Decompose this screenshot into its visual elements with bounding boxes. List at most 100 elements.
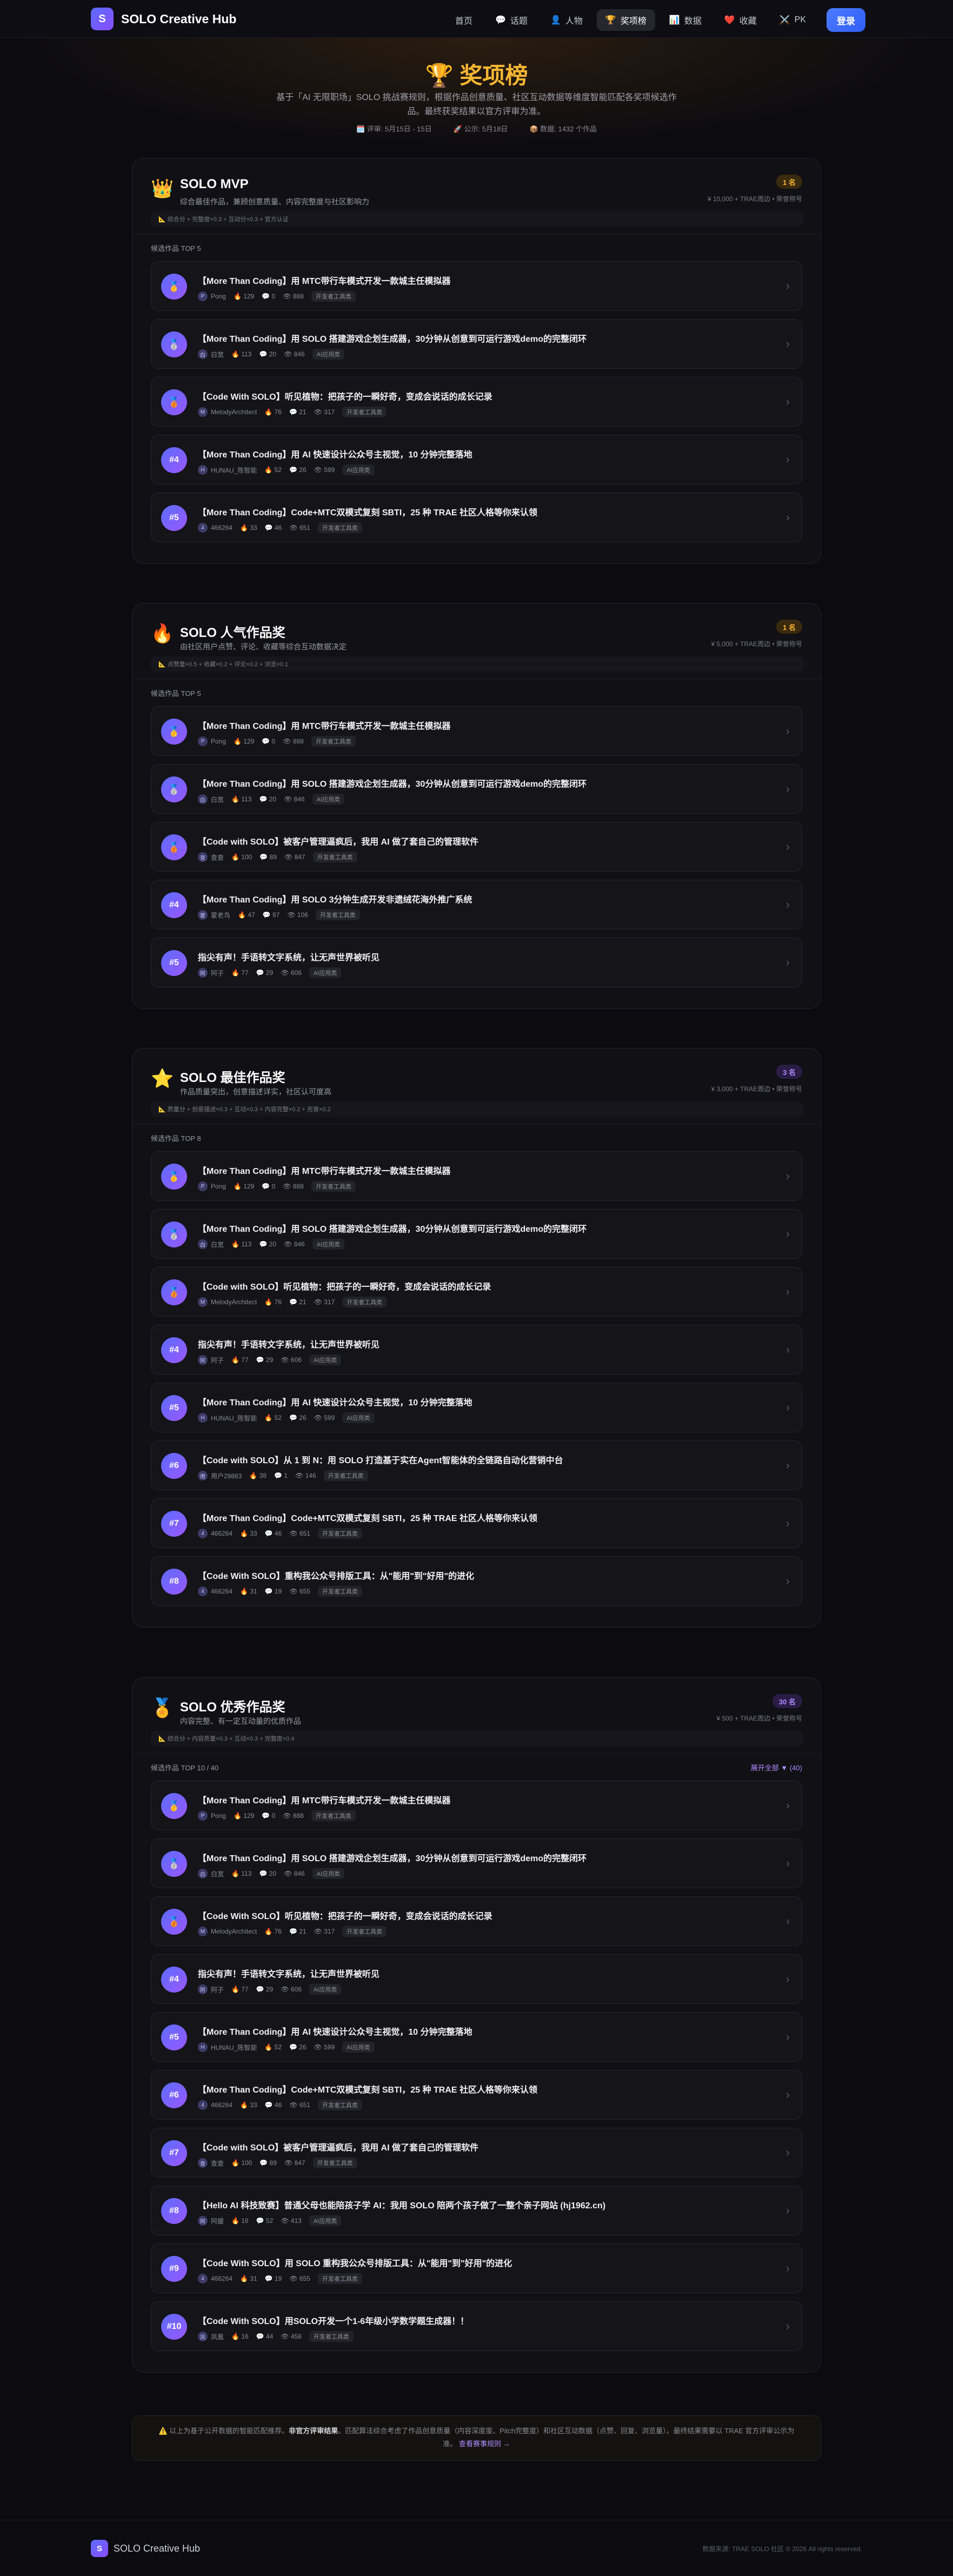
- fire-icon: 🔥: [240, 524, 248, 532]
- candidate-entry[interactable]: #5 【More Than Coding】Code+MTC双模式复刻 SBTI，2…: [151, 493, 802, 542]
- entry-author[interactable]: H HUNAU_陈智能: [198, 2042, 257, 2052]
- candidate-entry[interactable]: #5 【More Than Coding】用 AI 快速设计公众号主视觉，10 分…: [151, 2012, 802, 2062]
- note-bold: 非官方评审结果: [289, 2427, 338, 2435]
- rank-badge: 🥈: [161, 1221, 187, 1247]
- candidate-entry[interactable]: 🥈 【More Than Coding】用 SOLO 搭建游戏企划生成器，30分钟…: [151, 319, 802, 369]
- entry-author[interactable]: H HUNAU_陈智能: [198, 465, 257, 475]
- comments-stat: 💬 21: [289, 1298, 306, 1306]
- likes-stat: 🔥 38: [249, 1472, 266, 1479]
- candidate-entry[interactable]: #4 指尖有声！手语转文字系统，让无声世界被听见阿阿子 🔥 77 💬 29 👁 606 A…: [151, 1954, 802, 2004]
- entry-author[interactable]: P Pong: [198, 291, 226, 301]
- candidate-entry[interactable]: 🥉 【Code With SOLO】听见植物：把孩子的一瞬好奇，变成会说话的成长记…: [151, 1896, 802, 1946]
- candidate-entry[interactable]: 🥇 【More Than Coding】用 MTC带行车模式开发一款城主任模拟器 P…: [151, 1151, 802, 1201]
- nav-pk[interactable]: ⚔️ PK: [771, 9, 815, 31]
- nav-data[interactable]: 📊 数据: [661, 9, 710, 31]
- candidate-list-header: 候选作品 TOP 5: [132, 679, 821, 706]
- candidate-entry[interactable]: #5 指尖有声！手语转文字系统，让无声世界被听见阿阿子 🔥 77 💬 29 👁 606 A…: [151, 938, 802, 987]
- candidate-entry[interactable]: 🥉 【Code with SOLO】被客户管理逼疯后，我用 AI 做了套自己的管理…: [151, 822, 802, 872]
- login-button[interactable]: 登录: [827, 8, 865, 32]
- entry-author[interactable]: 白白宽: [198, 349, 224, 359]
- entry-author[interactable]: 4 466264: [198, 2100, 232, 2110]
- nav-favorites[interactable]: ❤️ 收藏: [716, 9, 765, 31]
- entry-author[interactable]: H HUNAU_陈智能: [198, 1413, 257, 1423]
- entry-author[interactable]: P Pong: [198, 736, 226, 746]
- entry-author[interactable]: 阿阿子: [198, 1984, 224, 1994]
- entry-author[interactable]: 4 466264: [198, 1529, 232, 1538]
- entry-author[interactable]: 白白宽: [198, 794, 224, 804]
- entry-author[interactable]: P Pong: [198, 1811, 226, 1821]
- entry-author[interactable]: 4 466264: [198, 1586, 232, 1596]
- candidate-entry[interactable]: 🥇 【More Than Coding】用 MTC带行车模式开发一款城主任模拟器 P…: [151, 706, 802, 756]
- entry-author[interactable]: M MelodyArchitect: [198, 407, 257, 417]
- rules-link[interactable]: 查看赛事规则 →: [459, 2440, 510, 2448]
- comment-icon: 💬: [264, 524, 273, 532]
- candidate-entry[interactable]: #4 指尖有声！手语转文字系统，让无声世界被听见阿阿子 🔥 77 💬 29 👁 606 A…: [151, 1325, 802, 1375]
- candidate-entry[interactable]: 🥈 【More Than Coding】用 SOLO 搭建游戏企划生成器，30分钟…: [151, 1209, 802, 1259]
- expand-all-button[interactable]: 展开全部 ▼ (40): [751, 1762, 802, 1772]
- likes-count: 113: [241, 1240, 252, 1248]
- avatar: P: [198, 1181, 208, 1191]
- comments-stat: 💬 20: [259, 1240, 276, 1248]
- entry-author[interactable]: 白白宽: [198, 1239, 224, 1249]
- candidate-entry[interactable]: #6 【Code with SOLO】从 1 到 N：用 SOLO 打造基于实在A…: [151, 1440, 802, 1490]
- avatar: P: [198, 736, 208, 746]
- candidate-entry[interactable]: #4 【More Than Coding】用 AI 快速设计公众号主视觉，10 分…: [151, 435, 802, 484]
- candidate-entry[interactable]: #6 【More Than Coding】Code+MTC双模式复刻 SBTI，2…: [151, 2070, 802, 2120]
- entry-meta: P Pong 🔥 129 💬 0 👁 888 开发者工具类: [198, 736, 356, 747]
- comments-stat: 💬 26: [289, 1414, 306, 1422]
- nav-home[interactable]: 首页: [446, 9, 481, 31]
- author-name: Pong: [211, 738, 226, 745]
- entry-author[interactable]: 查查查: [198, 852, 224, 862]
- entry-author[interactable]: 凤凤凰: [198, 2332, 224, 2341]
- entry-author[interactable]: M MelodyArchitect: [198, 1297, 257, 1307]
- entry-author[interactable]: P Pong: [198, 1181, 226, 1191]
- entry-author[interactable]: 4 466264: [198, 523, 232, 533]
- entry-author[interactable]: 4 466264: [198, 2274, 232, 2283]
- candidate-entry[interactable]: 🥇 【More Than Coding】用 MTC带行车模式开发一款城主任模拟器 P…: [151, 1781, 802, 1830]
- nav-people[interactable]: 👤 人物: [542, 9, 591, 31]
- candidate-entry[interactable]: 🥈 【More Than Coding】用 SOLO 搭建游戏企划生成器，30分钟…: [151, 764, 802, 814]
- candidate-entry[interactable]: #5 【More Than Coding】用 AI 快速设计公众号主视觉，10 分…: [151, 1383, 802, 1432]
- fire-icon: 🔥: [240, 1530, 248, 1537]
- entry-author[interactable]: 白白宽: [198, 1869, 224, 1878]
- candidate-entry[interactable]: #8 【Hello AI 科技致赛】普通父母也能陪孩子学 AI：我用 SOLO 陪…: [151, 2186, 802, 2235]
- candidate-entry[interactable]: #7 【More Than Coding】Code+MTC双模式复刻 SBTI，2…: [151, 1498, 802, 1548]
- candidate-entry[interactable]: #8 【Code With SOLO】重构我公众号排版工具：从"能用"到"好用"的…: [151, 1556, 802, 1606]
- entry-author[interactable]: M MelodyArchitect: [198, 1927, 257, 1936]
- footer-brand[interactable]: S SOLO Creative Hub: [91, 2540, 200, 2557]
- entry-author[interactable]: 阿阿子: [198, 1355, 224, 1365]
- category-tag: 开发者工具类: [311, 291, 356, 302]
- nav-awards[interactable]: 🏆 奖项榜: [596, 9, 655, 31]
- views-count: 651: [299, 524, 310, 532]
- entry-author[interactable]: 蒙蒙老鸟: [198, 910, 230, 920]
- comments-count: 20: [269, 350, 277, 358]
- brand[interactable]: S SOLO Creative Hub: [91, 8, 236, 30]
- avatar: 4: [198, 2100, 208, 2110]
- entry-author[interactable]: 用用户29863: [198, 1471, 242, 1480]
- candidate-entry[interactable]: 🥉 【Code with SOLO】听见植物：把孩子的一瞬好奇，变成会说话的成长记…: [151, 1267, 802, 1317]
- candidate-entry[interactable]: #10 【Code With SOLO】用SOLO开发一个1-6年级小学数学题生成…: [151, 2301, 802, 2351]
- views-stat: 👁 846: [284, 350, 305, 358]
- candidate-list-header: 候选作品 TOP 5: [132, 234, 821, 261]
- candidate-entry[interactable]: 🥇 【More Than Coding】用 MTC带行车模式开发一款城主任模拟器 P…: [151, 261, 802, 311]
- chevron-right-icon: ›: [785, 1458, 790, 1472]
- views-stat: 👁 888: [283, 1183, 304, 1190]
- likes-stat: 🔥 129: [234, 738, 254, 745]
- views-count: 106: [297, 911, 308, 919]
- entry-author[interactable]: 阿阿媛: [198, 2216, 224, 2226]
- candidate-entry[interactable]: #9 【Code With SOLO】用 SOLO 重构我公众号排版工具：从"能用…: [151, 2243, 802, 2293]
- award-card: 👑 SOLO MVP 综合最佳作品，兼顾创意质量、内容完整度与社区影响力 1 名 ¥ 1…: [132, 158, 821, 564]
- comment-icon: 💬: [256, 2217, 264, 2225]
- author-name: Pong: [211, 293, 226, 300]
- nav-topics[interactable]: 💬 话题: [487, 9, 536, 31]
- candidate-entry[interactable]: 🥉 【Code With SOLO】听见植物：把孩子的一瞬好奇，变成会说话的成长记…: [151, 377, 802, 427]
- views-count: 888: [292, 738, 304, 745]
- candidate-entry[interactable]: #4 【More Than Coding】用 SOLO 3分钟生成开发非遗绒花海外…: [151, 880, 802, 930]
- entry-author[interactable]: 查查查: [198, 2158, 224, 2168]
- likes-stat: 🔥 76: [264, 1928, 282, 1935]
- candidate-entry[interactable]: #7 【Code with SOLO】被客户管理逼疯后，我用 AI 做了套自己的管…: [151, 2128, 802, 2177]
- candidate-entry[interactable]: 🥈 【More Than Coding】用 SOLO 搭建游戏企划生成器，30分钟…: [151, 1838, 802, 1888]
- comments-stat: 💬 0: [262, 738, 275, 745]
- award-description: 综合最佳作品，兼顾创意质量、内容完整度与社区影响力: [180, 197, 369, 206]
- entry-author[interactable]: 阿阿子: [198, 968, 224, 978]
